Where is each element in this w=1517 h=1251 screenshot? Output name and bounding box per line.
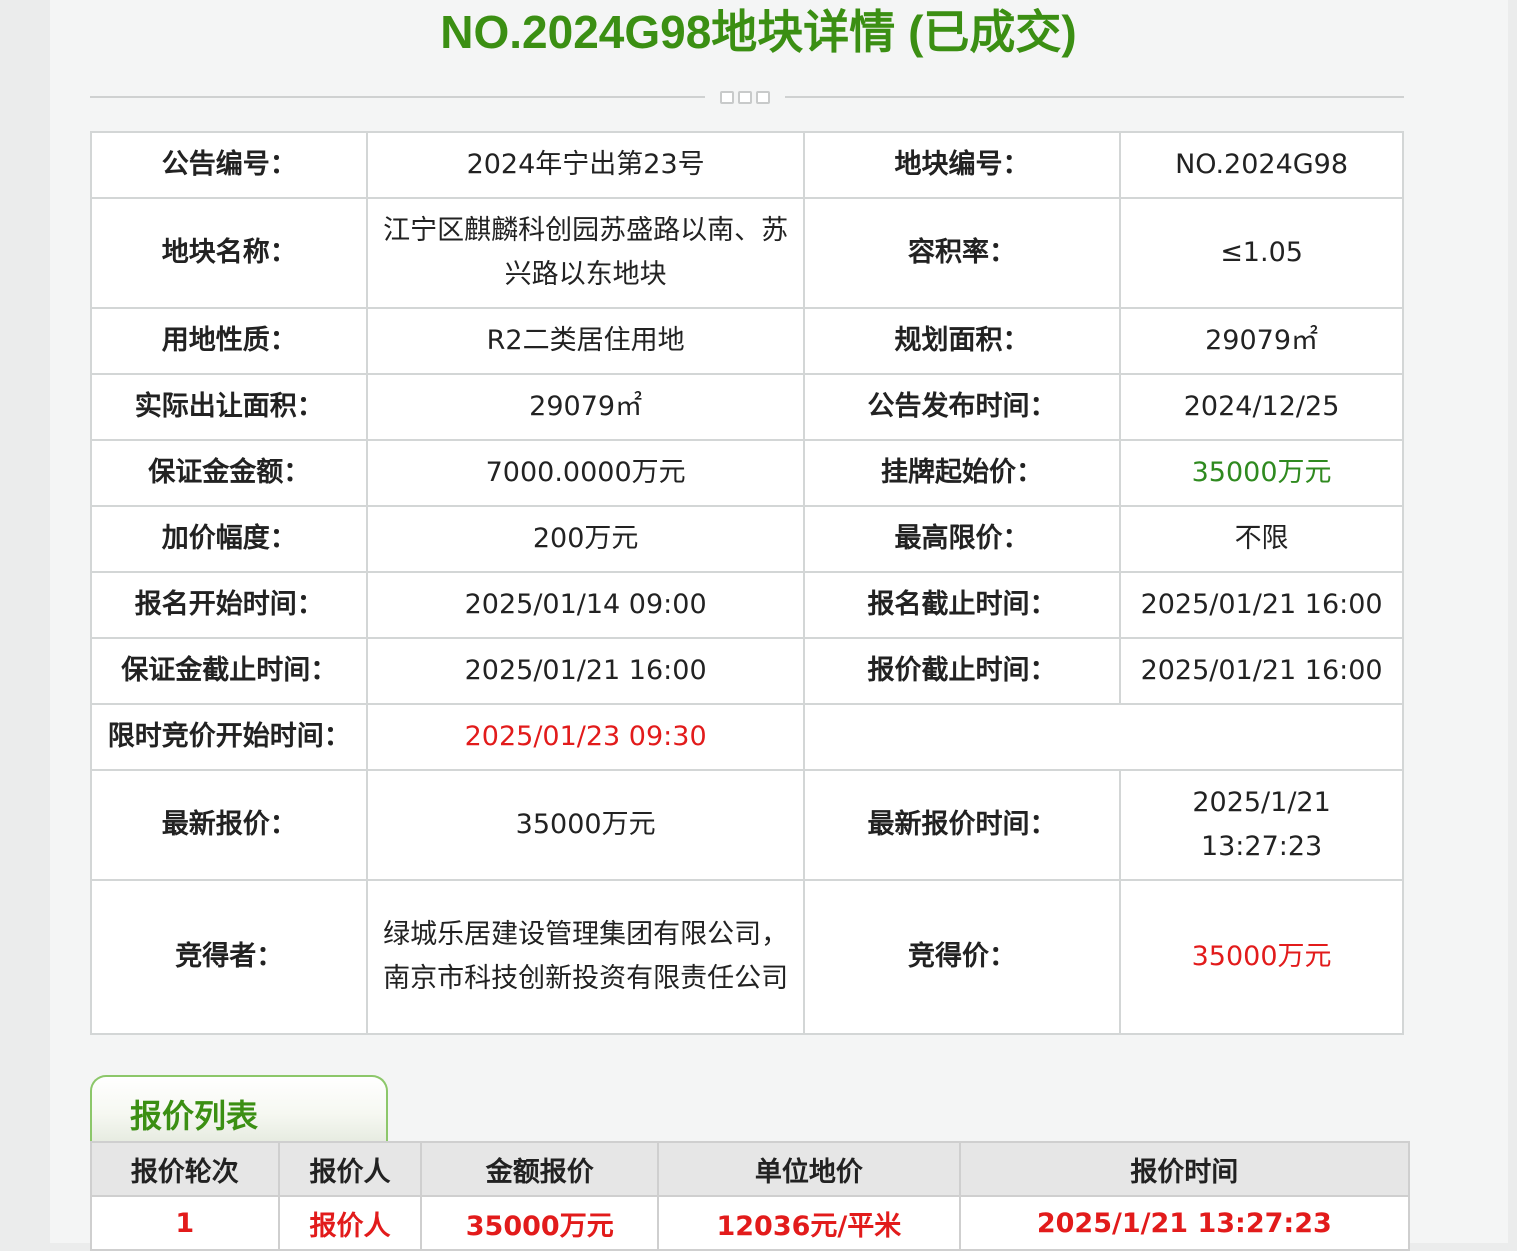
info-row: 报名开始时间： 2025/01/14 09:00 报名截止时间： 2025/01… (89, 571, 1404, 639)
col-bidder: 报价人 (277, 1141, 423, 1197)
info-row: 加价幅度： 200万元 最高限价： 不限 (89, 505, 1404, 573)
parcel-number-label: 地块编号： (802, 131, 1122, 199)
info-row: 竞得者： 绿城乐居建设管理集团有限公司，南京市科技创新投资有限责任公司 竞得价：… (89, 879, 1404, 1035)
quote-deadline-value: 2025/01/21 16:00 (1119, 637, 1404, 705)
bid-bidder: 报价人 (277, 1195, 423, 1251)
col-quote-time: 报价时间 (958, 1141, 1411, 1197)
bid-table-header: 报价轮次 报价人 金额报价 单位地价 报价时间 (90, 1141, 1411, 1197)
deposit-amount-value: 7000.0000万元 (366, 439, 805, 507)
timed-bidding-start-value: 2025/01/23 09:30 (366, 703, 805, 771)
info-row: 最新报价： 35000万元 最新报价时间： 2025/1/21 13:27:23 (89, 769, 1404, 881)
page-title: NO.2024G98地块详情 (已成交) (440, 6, 1077, 58)
col-round: 报价轮次 (90, 1141, 280, 1197)
bid-round: 1 (90, 1195, 280, 1251)
deposit-amount-label: 保证金金额： (89, 439, 369, 507)
latest-quote-label: 最新报价： (89, 769, 369, 881)
info-row: 地块名称： 江宁区麒麟科创园苏盛路以南、苏兴路以东地块 容积率： ≤1.05 (89, 197, 1404, 309)
bid-increment-label: 加价幅度： (89, 505, 369, 573)
planned-area-label: 规划面积： (802, 307, 1122, 375)
land-use-value: R2二类居住用地 (366, 307, 805, 375)
bid-increment-value: 200万元 (366, 505, 805, 573)
table-row: 1 报价人 35000万元 12036元/平米 2025/1/21 13:27:… (90, 1195, 1411, 1251)
notice-number-value: 2024年宁出第23号 (366, 131, 805, 199)
land-use-label: 用地性质： (89, 307, 369, 375)
actual-area-value: 29079㎡ (366, 373, 805, 441)
bid-quote-time: 2025/1/21 13:27:23 (958, 1195, 1411, 1251)
col-unit-price: 单位地价 (657, 1141, 961, 1197)
info-row: 公告编号： 2024年宁出第23号 地块编号： NO.2024G98 (89, 131, 1404, 199)
starting-price-value: 35000万元 (1119, 439, 1404, 507)
empty-cell (802, 703, 1405, 771)
info-row: 实际出让面积： 29079㎡ 公告发布时间： 2024/12/25 (89, 373, 1404, 441)
winning-price-value: 35000万元 (1119, 879, 1404, 1035)
timed-bidding-start-label: 限时竞价开始时间： (89, 703, 369, 771)
planned-area-value: 29079㎡ (1119, 307, 1404, 375)
notice-date-value: 2024/12/25 (1119, 373, 1404, 441)
max-price-value: 不限 (1119, 505, 1404, 573)
max-price-label: 最高限价： (802, 505, 1122, 573)
floor-area-ratio-value: ≤1.05 (1119, 197, 1404, 309)
bid-unit-price: 12036元/平米 (657, 1195, 961, 1251)
info-row: 限时竞价开始时间： 2025/01/23 09:30 (89, 703, 1405, 771)
parcel-name-value: 江宁区麒麟科创园苏盛路以南、苏兴路以东地块 (366, 197, 805, 309)
notice-date-label: 公告发布时间： (802, 373, 1122, 441)
latest-quote-time-value: 2025/1/21 13:27:23 (1119, 769, 1404, 881)
winner-label: 竞得者： (89, 879, 369, 1035)
registration-start-value: 2025/01/14 09:00 (366, 571, 805, 639)
info-row: 用地性质： R2二类居住用地 规划面积： 29079㎡ (89, 307, 1404, 375)
quote-deadline-label: 报价截止时间： (802, 637, 1122, 705)
info-row: 保证金截止时间： 2025/01/21 16:00 报价截止时间： 2025/0… (89, 637, 1404, 705)
tab-bid-list[interactable]: 报价列表 (90, 1075, 388, 1143)
floor-area-ratio-label: 容积率： (802, 197, 1122, 309)
registration-end-label: 报名截止时间： (802, 571, 1122, 639)
parcel-number-value: NO.2024G98 (1119, 131, 1404, 199)
starting-price-label: 挂牌起始价： (802, 439, 1122, 507)
winner-value: 绿城乐居建设管理集团有限公司，南京市科技创新投资有限责任公司 (366, 879, 805, 1035)
deposit-deadline-label: 保证金截止时间： (89, 637, 369, 705)
divider-ornament-icon (705, 86, 785, 108)
bid-amount: 35000万元 (420, 1195, 660, 1251)
winning-price-label: 竞得价： (802, 879, 1122, 1035)
parcel-name-label: 地块名称： (89, 197, 369, 309)
notice-number-label: 公告编号： (89, 131, 369, 199)
land-info-table: 公告编号： 2024年宁出第23号 地块编号： NO.2024G98 地块名称：… (89, 131, 1405, 1035)
deposit-deadline-value: 2025/01/21 16:00 (366, 637, 805, 705)
info-row: 保证金金额： 7000.0000万元 挂牌起始价： 35000万元 (89, 439, 1404, 507)
latest-quote-time-label: 最新报价时间： (802, 769, 1122, 881)
bid-list-table: 报价轮次 报价人 金额报价 单位地价 报价时间 1 报价人 35000万元 12… (90, 1141, 1411, 1251)
actual-area-label: 实际出让面积： (89, 373, 369, 441)
registration-start-label: 报名开始时间： (89, 571, 369, 639)
latest-quote-value: 35000万元 (366, 769, 805, 881)
tab-bid-list-label: 报价列表 (130, 1097, 259, 1135)
registration-end-value: 2025/01/21 16:00 (1119, 571, 1404, 639)
col-amount: 金额报价 (420, 1141, 660, 1197)
